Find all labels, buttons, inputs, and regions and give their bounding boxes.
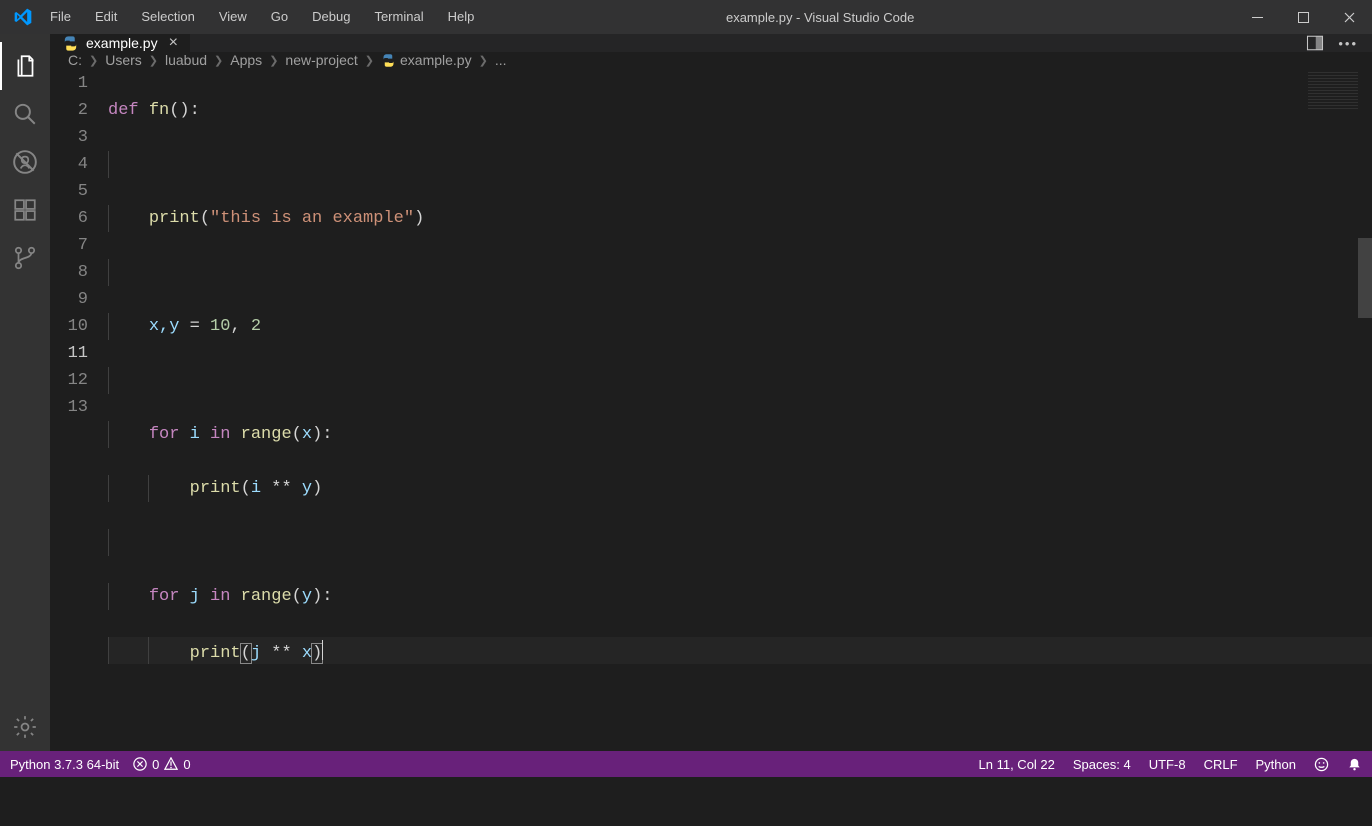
settings-gear-icon[interactable] [0,703,50,751]
chevron-right-icon: ❯ [211,54,226,67]
crumb[interactable]: Users [105,52,142,68]
code-content[interactable]: def fn(): print("this is an example") x,… [108,68,1372,826]
menu-go[interactable]: Go [259,0,300,34]
activity-bar [0,34,50,751]
crumb[interactable]: Apps [230,52,262,68]
line-number-gutter: 1234 5678 910111213 [50,68,108,826]
tabs-row: example.py × ••• [50,34,1372,52]
tab-label: example.py [86,35,158,51]
chevron-right-icon: ❯ [86,54,101,67]
close-button[interactable] [1326,0,1372,34]
more-actions-icon[interactable]: ••• [1338,36,1358,51]
source-control-icon[interactable] [0,234,50,282]
menu-file[interactable]: File [38,0,83,34]
python-file-icon [62,35,79,52]
window-title: example.py - Visual Studio Code [486,10,1234,25]
editor-area: example.py × ••• C: ❯ Users ❯ luabud ❯ Apps… [50,34,1372,751]
python-file-icon [381,53,396,68]
titlebar: File Edit Selection View Go Debug Termin… [0,0,1372,34]
debug-disabled-icon[interactable] [0,138,50,186]
breadcrumbs[interactable]: C: ❯ Users ❯ luabud ❯ Apps ❯ new-project ❯ ex… [50,52,1372,68]
crumb[interactable]: new-project [285,52,357,68]
extensions-icon[interactable] [0,186,50,234]
crumb-file[interactable]: example.py [400,52,472,68]
text-cursor [322,640,323,660]
split-editor-icon[interactable] [1306,34,1324,52]
menu-help[interactable]: Help [436,0,487,34]
vertical-scrollbar[interactable] [1358,238,1372,318]
window-controls [1234,0,1372,34]
minimap[interactable] [1308,72,1358,110]
chevron-right-icon: ❯ [146,54,161,67]
menu-selection[interactable]: Selection [129,0,206,34]
crumb-drive[interactable]: C: [68,52,82,68]
chevron-right-icon: ❯ [362,54,377,67]
maximize-button[interactable] [1280,0,1326,34]
menu-view[interactable]: View [207,0,259,34]
crumb-more[interactable]: ... [495,52,507,68]
tab-close-icon[interactable]: × [169,34,178,52]
explorer-icon[interactable] [0,42,50,90]
menu-edit[interactable]: Edit [83,0,129,34]
vscode-logo-icon [8,7,38,27]
crumb[interactable]: luabud [165,52,207,68]
menu-terminal[interactable]: Terminal [362,0,435,34]
minimize-button[interactable] [1234,0,1280,34]
chevron-right-icon: ❯ [266,54,281,67]
menu-debug[interactable]: Debug [300,0,362,34]
chevron-right-icon: ❯ [476,54,491,67]
editor-tab[interactable]: example.py × [50,34,191,52]
code-editor[interactable]: 1234 5678 910111213 def fn(): print("thi… [50,68,1372,826]
search-icon[interactable] [0,90,50,138]
menubar: File Edit Selection View Go Debug Termin… [38,0,486,34]
